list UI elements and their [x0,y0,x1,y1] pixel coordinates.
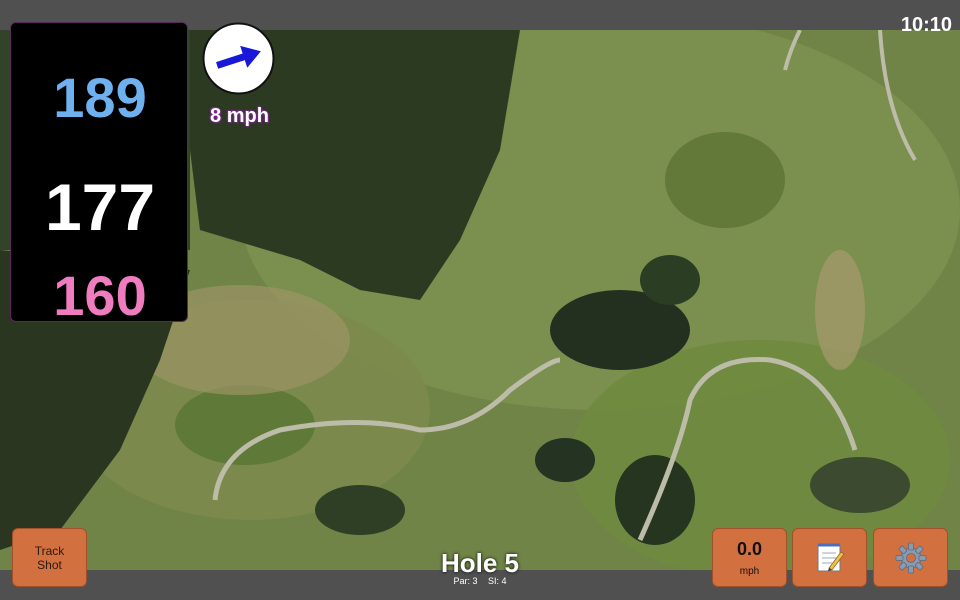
speed-button[interactable]: 0.0 mph [712,528,787,587]
distance-panel: 189 177 160 [10,22,188,327]
hole-stroke-index: SI: 4 [488,576,507,586]
hole-info: Par: 3 SI: 4 [400,576,560,586]
wind-arrow-icon [202,22,275,95]
track-shot-button[interactable]: Track Shot [12,528,87,587]
notepad-icon [817,543,845,571]
front-distance: 160 [53,264,147,327]
back-distance: 189 [53,66,147,129]
speed-unit: mph [739,566,760,577]
speed-value: 0.0 [736,539,763,559]
notes-button[interactable] [792,528,867,587]
wind-speed: 8 mph [210,105,269,127]
wind-indicator [202,22,275,95]
hole-title: Hole 5 [440,548,520,578]
settings-button[interactable] [873,528,948,587]
track-shot-label-line2: Shot [37,557,62,572]
gear-icon [895,542,926,573]
middle-distance: 177 [44,170,156,244]
clock: 10:10 [900,14,952,36]
track-shot-label-line1: Track [34,543,65,558]
hole-par: Par: 3 [453,576,478,586]
